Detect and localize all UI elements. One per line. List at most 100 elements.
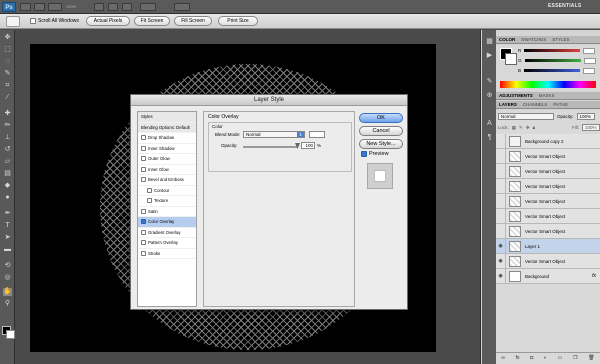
fit-screen-button[interactable]: Fit Screen bbox=[134, 16, 170, 26]
actions-panel-icon[interactable]: ▶ bbox=[485, 52, 494, 60]
style-checkbox[interactable] bbox=[141, 208, 146, 214]
move-tool-icon[interactable]: ✥ bbox=[3, 34, 12, 42]
actual-pixels-button[interactable]: Actual Pixels bbox=[86, 16, 130, 26]
new-layer-icon[interactable]: ❐ bbox=[573, 355, 577, 361]
arrange-documents-button[interactable] bbox=[140, 3, 156, 11]
zoom-tool-icon[interactable]: ⚲ bbox=[3, 300, 12, 308]
style-checkbox[interactable] bbox=[147, 198, 152, 204]
visibility-toggle[interactable] bbox=[496, 178, 506, 194]
visibility-toggle[interactable] bbox=[496, 193, 506, 209]
lasso-tool-icon[interactable]: ◌ bbox=[3, 58, 12, 66]
path-select-tool-icon[interactable]: ➤ bbox=[3, 234, 12, 242]
tab-adjustments[interactable]: ADJUSTMENTS bbox=[499, 92, 533, 99]
character-panel-icon[interactable]: A bbox=[485, 120, 494, 128]
red-value[interactable] bbox=[583, 47, 596, 54]
adjustment-layer-icon[interactable]: ◐ bbox=[544, 355, 547, 361]
fx-icon[interactable]: fx bbox=[592, 273, 596, 279]
blue-bar[interactable] bbox=[524, 69, 581, 72]
history-panel-icon[interactable]: ▦ bbox=[485, 38, 494, 46]
style-item-gradient-overlay[interactable]: Gradient Overlay bbox=[138, 228, 196, 238]
lock-pixels-icon[interactable]: ✎ bbox=[519, 125, 523, 131]
new-style-button[interactable]: New Style... bbox=[359, 139, 403, 149]
green-slider[interactable]: G bbox=[518, 57, 598, 64]
new-group-icon[interactable]: ▭ bbox=[558, 355, 563, 361]
layer-row[interactable]: ◉ Vector Smart Object bbox=[496, 253, 600, 269]
3d-rotate-tool-icon[interactable]: ⟲ bbox=[3, 262, 12, 270]
style-item-stroke[interactable]: Stroke bbox=[138, 249, 196, 259]
style-item-drop-shadow[interactable]: Drop Shadow bbox=[138, 133, 196, 144]
visibility-toggle[interactable] bbox=[496, 133, 506, 149]
view-extras-button[interactable] bbox=[48, 3, 62, 11]
layer-row[interactable]: Vector Smart Object bbox=[496, 178, 600, 194]
gradient-tool-icon[interactable]: ▤ bbox=[3, 170, 12, 178]
style-item-pattern-overlay[interactable]: Pattern Overlay bbox=[138, 238, 196, 249]
overlay-color-swatch[interactable] bbox=[309, 131, 325, 138]
opacity-slider[interactable] bbox=[243, 143, 300, 149]
red-bar[interactable] bbox=[524, 49, 581, 52]
style-checkbox[interactable] bbox=[141, 250, 146, 256]
preview-option[interactable]: Preview bbox=[361, 151, 389, 157]
zoom-icon[interactable] bbox=[108, 3, 118, 11]
clone-source-panel-icon[interactable]: ⊕ bbox=[485, 92, 494, 100]
hand-icon[interactable] bbox=[94, 3, 104, 11]
layer-row[interactable]: Vector Smart Object bbox=[496, 148, 600, 164]
visibility-toggle[interactable] bbox=[496, 148, 506, 164]
eyedropper-tool-icon[interactable]: ⁄ bbox=[3, 94, 12, 102]
paragraph-panel-icon[interactable]: ¶ bbox=[485, 134, 494, 142]
crop-tool-icon[interactable]: ⌗ bbox=[3, 82, 12, 90]
add-style-icon[interactable]: fx bbox=[516, 355, 520, 361]
bridge-button[interactable] bbox=[20, 3, 31, 11]
layer-blend-mode-select[interactable]: Normal bbox=[498, 113, 554, 120]
style-checkbox[interactable] bbox=[141, 229, 146, 235]
brush-panel-icon[interactable]: ✎ bbox=[485, 78, 494, 86]
eye-icon[interactable]: ◉ bbox=[496, 253, 506, 269]
hand-tool-icon[interactable]: ✋ bbox=[3, 288, 12, 296]
zoom-level[interactable]: 100% bbox=[66, 3, 90, 11]
add-mask-icon[interactable]: ◘ bbox=[530, 355, 533, 361]
tab-styles[interactable]: STYLES bbox=[552, 36, 569, 43]
tab-swatches[interactable]: SWATCHES bbox=[521, 36, 546, 43]
style-checkbox[interactable] bbox=[141, 145, 146, 151]
fill-screen-button[interactable]: Fill Screen bbox=[174, 16, 212, 26]
ok-button[interactable]: OK bbox=[359, 113, 403, 123]
blur-tool-icon[interactable]: ◆ bbox=[3, 182, 12, 190]
blue-value[interactable] bbox=[583, 67, 596, 74]
color-panel-background[interactable] bbox=[505, 53, 517, 65]
preview-checkbox[interactable] bbox=[361, 151, 367, 157]
style-item-contour[interactable]: Contour bbox=[138, 186, 196, 196]
link-layers-icon[interactable]: ∞ bbox=[501, 355, 505, 361]
opacity-input[interactable]: 100 bbox=[301, 142, 315, 149]
blue-slider[interactable]: B bbox=[518, 67, 598, 74]
history-brush-tool-icon[interactable]: ↺ bbox=[3, 146, 12, 154]
eye-icon[interactable]: ◉ bbox=[496, 268, 506, 284]
marquee-tool-icon[interactable]: ⬚ bbox=[3, 46, 12, 54]
visibility-toggle[interactable] bbox=[496, 223, 506, 239]
blending-options-item[interactable]: Blending Options: Default bbox=[138, 122, 196, 133]
tab-color[interactable]: COLOR bbox=[499, 36, 515, 43]
style-checkbox[interactable] bbox=[141, 240, 146, 246]
green-value[interactable] bbox=[583, 57, 596, 64]
cancel-button[interactable]: Cancel bbox=[359, 126, 403, 136]
clone-stamp-tool-icon[interactable]: ⊥ bbox=[3, 134, 12, 142]
layer-row[interactable]: Vector Smart Object bbox=[496, 193, 600, 209]
style-item-color-overlay[interactable]: Color Overlay bbox=[138, 217, 196, 228]
rotate-view-icon[interactable] bbox=[122, 3, 132, 11]
style-item-inner-glow[interactable]: Inner Glow bbox=[138, 165, 196, 175]
visibility-toggle[interactable] bbox=[496, 208, 506, 224]
shape-tool-icon[interactable]: ▬ bbox=[3, 246, 12, 254]
lock-position-icon[interactable]: ✥ bbox=[526, 125, 530, 131]
delete-layer-icon[interactable]: 🗑︎ bbox=[588, 355, 594, 361]
style-checkbox[interactable] bbox=[141, 156, 146, 162]
red-slider[interactable]: R bbox=[518, 47, 598, 54]
style-item-bevel-emboss[interactable]: Bevel and Emboss bbox=[138, 175, 196, 186]
screen-mode-button[interactable] bbox=[174, 3, 190, 11]
tab-masks[interactable]: MASKS bbox=[539, 92, 555, 99]
scroll-all-checkbox[interactable] bbox=[30, 18, 36, 24]
dodge-tool-icon[interactable]: ● bbox=[3, 194, 12, 202]
opacity-slider-knob[interactable] bbox=[295, 143, 300, 149]
layer-row[interactable]: Vector Smart Object bbox=[496, 208, 600, 224]
tab-layers[interactable]: LAYERS bbox=[499, 101, 517, 108]
style-checkbox[interactable] bbox=[141, 177, 146, 183]
background-color-swatch[interactable] bbox=[6, 330, 15, 339]
healing-tool-icon[interactable]: ✚ bbox=[3, 110, 12, 118]
